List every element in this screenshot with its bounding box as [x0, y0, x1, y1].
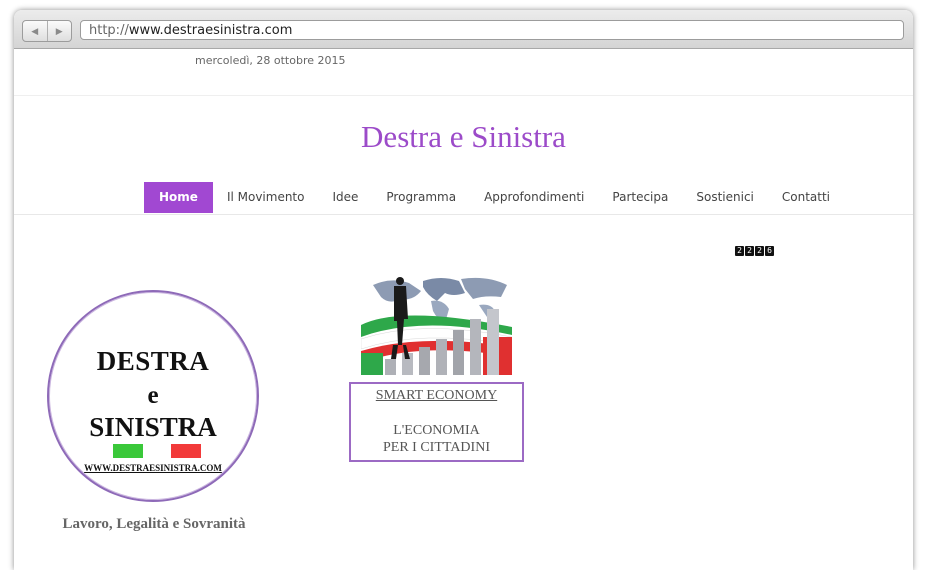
chevron-left-icon: ◀: [31, 25, 39, 36]
menu-item-idee[interactable]: Idee: [318, 182, 372, 213]
site-title[interactable]: Destra e Sinistra: [14, 119, 913, 155]
logo-url: WWW.DESTRAESINISTRA.COM: [84, 463, 222, 473]
menu-item-programma[interactable]: Programma: [372, 182, 470, 213]
smart-economy-banner[interactable]: SMART ECONOMY L'ECONOMIA PER I CITTADINI: [349, 382, 524, 462]
page-content: mercoledì, 28 ottobre 2015 Destra e Sini…: [14, 49, 913, 570]
menu-divider: [14, 214, 913, 215]
logo-line-sinistra: SINISTRA: [89, 412, 217, 442]
menu-item-home[interactable]: Home: [144, 182, 213, 213]
back-button[interactable]: ◀: [23, 21, 47, 41]
counter-digit: 2: [745, 246, 754, 256]
main-menu: Home Il Movimento Idee Programma Approfo…: [144, 182, 844, 213]
menu-item-contatti[interactable]: Contatti: [768, 182, 844, 213]
counter-digit: 2: [735, 246, 744, 256]
url-prefix: http://: [89, 23, 129, 38]
browser-window: ◀ ▶ http://www.destraesinistra.com merco…: [14, 10, 913, 570]
browser-toolbar: ◀ ▶ http://www.destraesinistra.com: [14, 10, 913, 49]
forward-button[interactable]: ▶: [46, 21, 72, 41]
address-bar[interactable]: http://www.destraesinistra.com: [80, 20, 904, 40]
menu-item-partecipa[interactable]: Partecipa: [598, 182, 682, 213]
smart-economy-title: SMART ECONOMY: [375, 388, 498, 403]
counter-digit: 6: [765, 246, 774, 256]
url-host: www.destraesinistra.com: [128, 23, 293, 38]
smart-economy-line3: PER I CITTADINI: [383, 440, 490, 455]
smart-economy-image[interactable]: [361, 275, 512, 375]
site-logo[interactable]: DESTRA e SINISTRA WWW.DESTRAESINISTRA.CO…: [47, 290, 259, 502]
visit-counter: 2 2 2 6: [735, 246, 774, 256]
logo-line-e: e: [147, 382, 159, 409]
flag-green-band: [113, 444, 143, 458]
flag-red-band: [171, 444, 201, 458]
site-tagline: Lavoro, Legalità e Sovranità: [62, 516, 246, 532]
menu-item-sostienici[interactable]: Sostienici: [682, 182, 768, 213]
menu-item-il-movimento[interactable]: Il Movimento: [213, 182, 319, 213]
top-divider: [14, 95, 913, 96]
history-buttons: ◀ ▶: [22, 20, 72, 42]
smart-economy-line2: L'ECONOMIA: [393, 423, 480, 438]
counter-digit: 2: [755, 246, 764, 256]
chevron-right-icon: ▶: [55, 25, 63, 36]
menu-item-approfondimenti[interactable]: Approfondimenti: [470, 182, 598, 213]
logo-line-destra: DESTRA: [96, 346, 210, 376]
current-date: mercoledì, 28 ottobre 2015: [195, 54, 346, 67]
